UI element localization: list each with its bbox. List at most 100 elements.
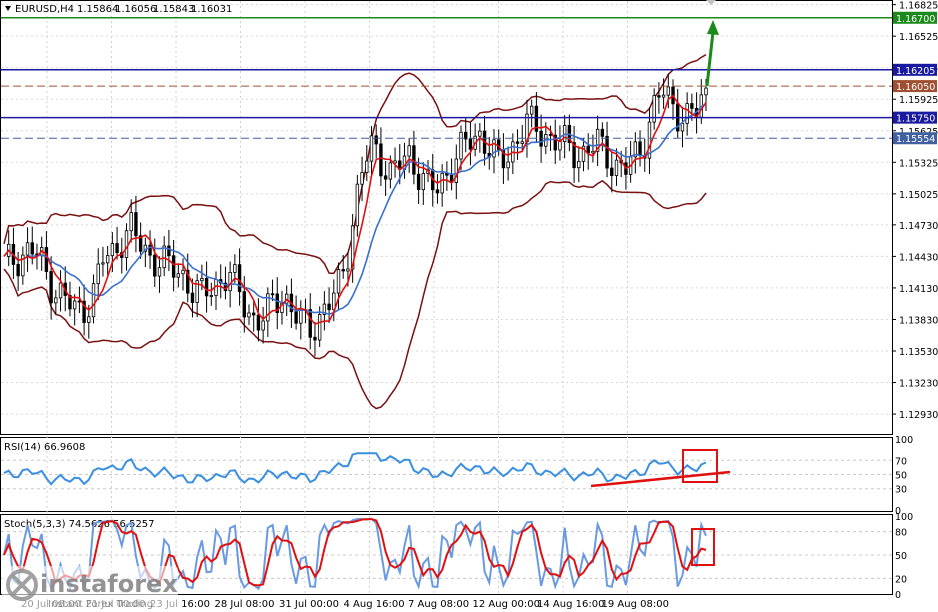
price-level-label: 1.16050 <box>896 82 935 93</box>
candle-body <box>162 245 166 269</box>
candle-body <box>468 138 473 150</box>
candle-body <box>91 283 96 318</box>
candle-body <box>16 264 20 277</box>
candle-body <box>690 103 694 109</box>
candle-body <box>529 105 534 115</box>
time-tick-label: 14 Aug 16:00 <box>537 599 604 610</box>
candle-body <box>435 189 440 194</box>
candle-body <box>124 230 129 258</box>
candle-body <box>539 130 543 147</box>
candle-body <box>459 131 463 160</box>
candle-body <box>614 159 619 176</box>
candle-body <box>58 282 63 299</box>
candle-body <box>610 167 614 176</box>
candle-body <box>374 135 378 145</box>
time-tick-label: 12 Aug 00:00 <box>473 599 540 610</box>
chart-header: EURUSD,H4 1.15864 1.16056 1.15843 1.1603… <box>5 4 232 15</box>
price-tick-label: 1.16825 <box>899 1 938 12</box>
candle-body <box>685 103 689 124</box>
candle-body <box>242 291 246 318</box>
price-tick-label: 1.14130 <box>899 284 938 295</box>
candle-body <box>680 122 685 132</box>
rsi-tick-label: 70 <box>895 456 907 467</box>
candle-body <box>49 271 53 304</box>
candle-body <box>308 309 312 338</box>
price-tick-label: 1.13830 <box>899 315 938 326</box>
candle-body <box>600 128 605 137</box>
candle-body <box>416 173 421 191</box>
candle-body <box>478 130 482 137</box>
candle-body <box>237 264 242 293</box>
candle-body <box>181 269 185 275</box>
price-tick-label: 1.14730 <box>899 221 938 232</box>
candle-body <box>657 95 661 98</box>
rsi-label: RSI(14) 66.9608 <box>4 442 85 453</box>
candle-body <box>313 336 317 341</box>
candle-body <box>520 141 524 144</box>
stoch-tick-label: 80 <box>895 528 907 539</box>
candle-body <box>228 271 232 292</box>
candle-body <box>110 243 115 257</box>
candle-body <box>256 314 261 331</box>
header-low: 1.15843 <box>153 4 194 15</box>
price-tick-label: 1.16525 <box>899 32 938 43</box>
candle-body <box>558 141 562 151</box>
candle-body <box>270 293 275 296</box>
candle-body <box>190 292 195 303</box>
rsi-tick-label: 100 <box>895 435 913 446</box>
price-level-label: 1.15750 <box>896 114 935 125</box>
candle-body <box>167 245 171 257</box>
candle-body <box>383 175 388 180</box>
watermark-tagline: Instant Forex Trading <box>48 599 153 610</box>
price-level-label: 1.16205 <box>896 66 935 77</box>
chart-canvas: EURUSD,H4 1.15864 1.16056 1.15843 1.1603… <box>0 0 938 612</box>
candle-body <box>407 145 411 157</box>
candle-body <box>153 254 157 277</box>
candle-body <box>440 172 444 194</box>
candle-body <box>346 268 350 272</box>
candle-body <box>327 303 331 311</box>
candle-body <box>336 269 341 294</box>
candle-body <box>105 255 110 264</box>
candle-body <box>666 86 671 96</box>
candle-body <box>591 150 595 154</box>
price-level-label: 1.15554 <box>896 134 935 145</box>
candle-body <box>294 311 298 324</box>
candle-body <box>96 263 100 285</box>
candle-body <box>548 134 553 136</box>
header-high: 1.16056 <box>115 4 156 15</box>
stoch-tick-label: 100 <box>895 512 913 523</box>
instaforex-watermark: instaforex Instant Forex Trading <box>2 566 178 610</box>
header-symbol: EURUSD,H4 <box>15 4 74 15</box>
stoch-tick-label: 50 <box>895 551 907 562</box>
candle-body <box>25 242 30 256</box>
candle-body <box>379 143 383 177</box>
price-tick-label: 1.15325 <box>899 158 938 169</box>
candle-body <box>77 300 82 303</box>
candle-body <box>247 312 251 318</box>
stoch-tick-label: 0 <box>895 590 901 601</box>
candle-body <box>204 277 209 297</box>
stoch-tick-label: 20 <box>895 574 907 585</box>
price-tick-label: 1.13230 <box>899 379 938 390</box>
time-tick-label: 7 Aug 08:00 <box>408 599 469 610</box>
candle-body <box>421 173 426 191</box>
price-tick-label: 1.15025 <box>899 190 938 201</box>
candle-body <box>87 316 91 323</box>
price-tick-label: 1.14430 <box>899 252 938 263</box>
candle-body <box>638 141 642 156</box>
candle-body <box>360 172 364 185</box>
candle-body <box>341 269 345 272</box>
candle-body <box>171 255 176 278</box>
price-tick-label: 1.13530 <box>899 347 938 358</box>
candle-body <box>101 262 105 265</box>
candle-body <box>317 314 322 341</box>
candle-body <box>299 310 303 324</box>
candle-body <box>661 94 666 98</box>
candle-body <box>605 135 609 169</box>
candle-body <box>30 242 34 255</box>
candle-body <box>515 141 520 144</box>
candle-body <box>233 264 237 273</box>
rsi-tick-label: 30 <box>895 485 907 496</box>
time-tick-label: 4 Aug 16:00 <box>344 599 405 610</box>
